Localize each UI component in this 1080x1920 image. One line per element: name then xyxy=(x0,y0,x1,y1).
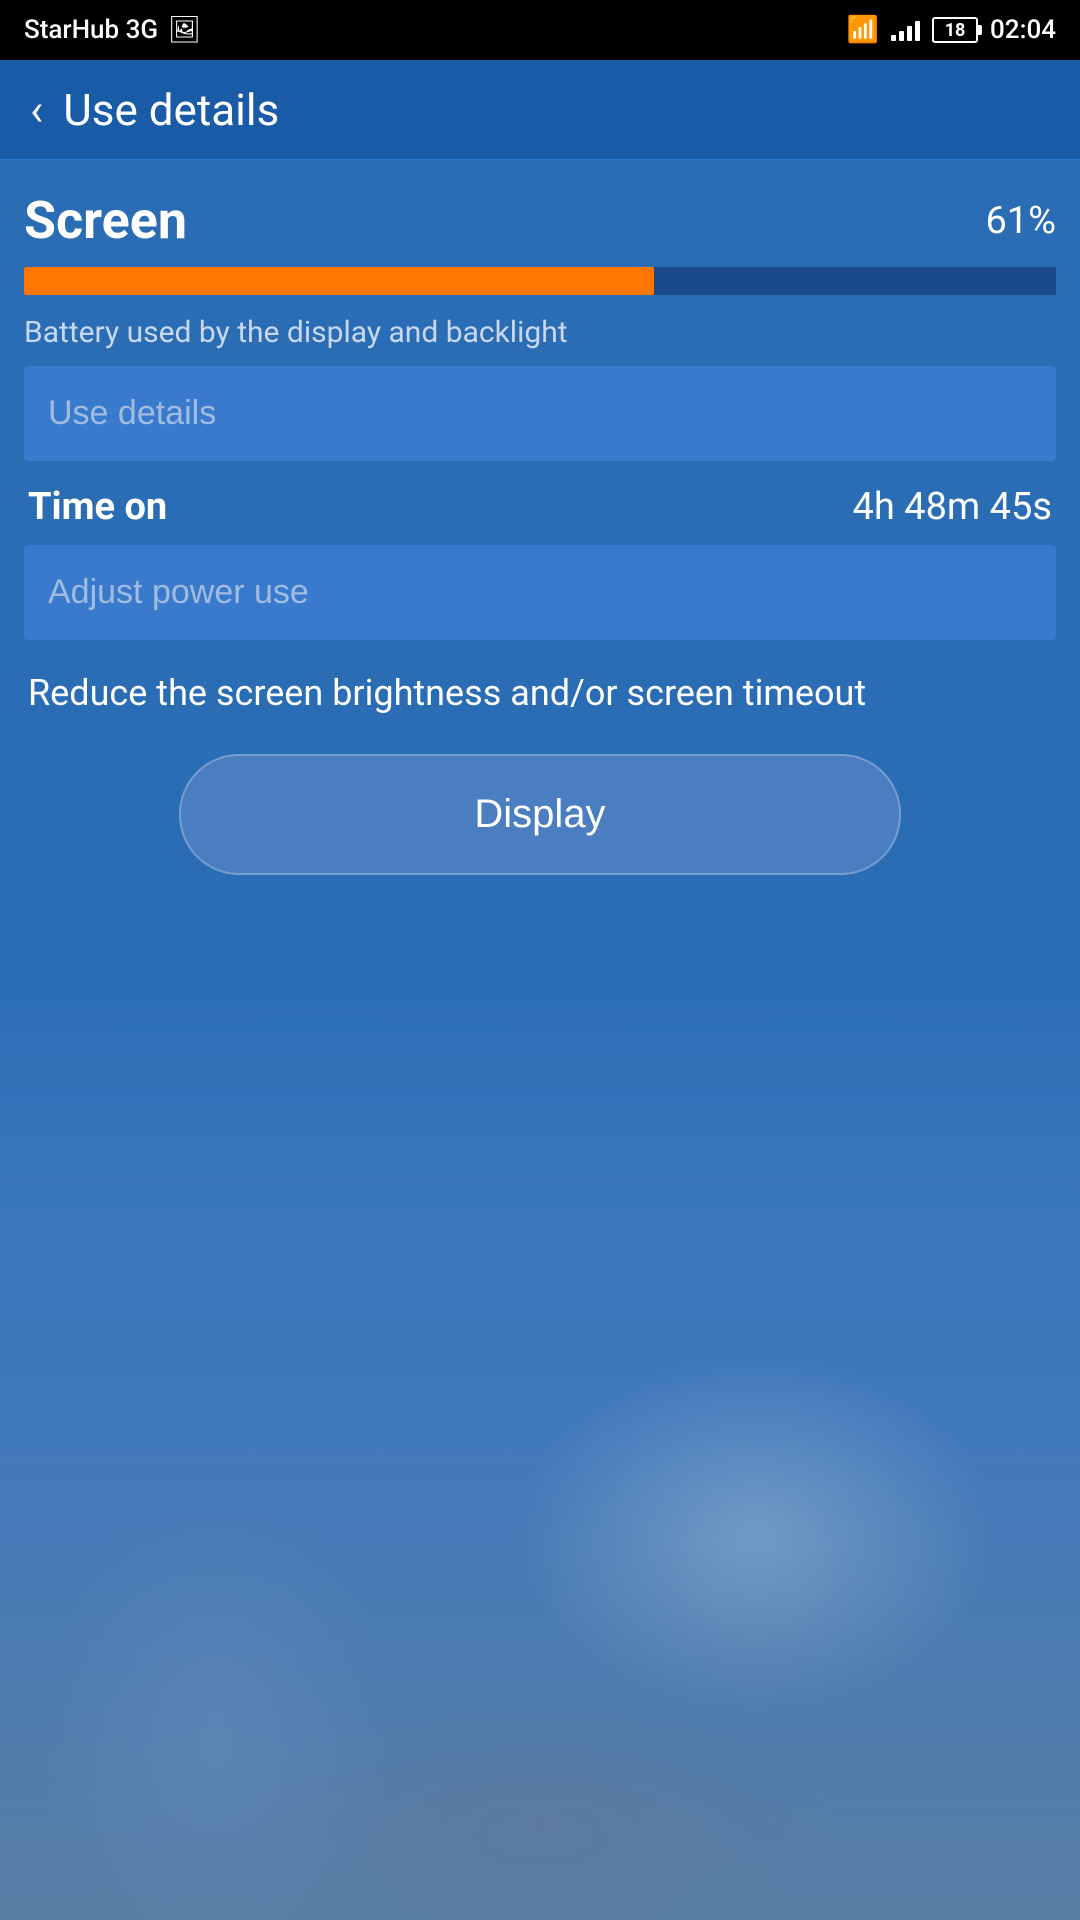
time-on-row: Time on 4h 48m 45s xyxy=(24,485,1056,529)
carrier-label: StarHub 3G xyxy=(24,15,158,45)
time-on-label: Time on xyxy=(28,485,167,529)
status-right: 📶 18 02:04 xyxy=(847,15,1056,45)
status-bar: StarHub 3G 🖼 📶 18 02:04 xyxy=(0,0,1080,60)
adjust-power-button[interactable]: Adjust power use xyxy=(24,545,1056,640)
bottom-background xyxy=(0,960,1080,1920)
status-left: StarHub 3G 🖼 xyxy=(24,15,201,45)
wifi-icon: 📶 xyxy=(847,15,879,45)
progress-bar-fill xyxy=(24,267,654,295)
section-percent: 61% xyxy=(985,199,1056,243)
use-details-button[interactable]: Use details xyxy=(24,366,1056,461)
reduce-description: Reduce the screen brightness and/or scre… xyxy=(24,668,1056,718)
section-title: Screen xyxy=(24,190,187,251)
battery-icon: 18 xyxy=(932,17,978,43)
image-icon: 🖼 xyxy=(168,15,201,45)
time-on-value: 4h 48m 45s xyxy=(853,485,1053,529)
toolbar: ‹ Use details xyxy=(0,60,1080,160)
time-label: 02:04 xyxy=(990,15,1056,45)
progress-bar-container xyxy=(24,267,1056,295)
back-button[interactable]: ‹ xyxy=(30,88,43,132)
toolbar-title: Use details xyxy=(63,84,279,136)
signal-bars-icon xyxy=(891,19,920,41)
battery-description: Battery used by the display and backligh… xyxy=(24,315,1056,350)
display-button[interactable]: Display xyxy=(179,754,901,875)
section-header: Screen 61% xyxy=(24,190,1056,251)
